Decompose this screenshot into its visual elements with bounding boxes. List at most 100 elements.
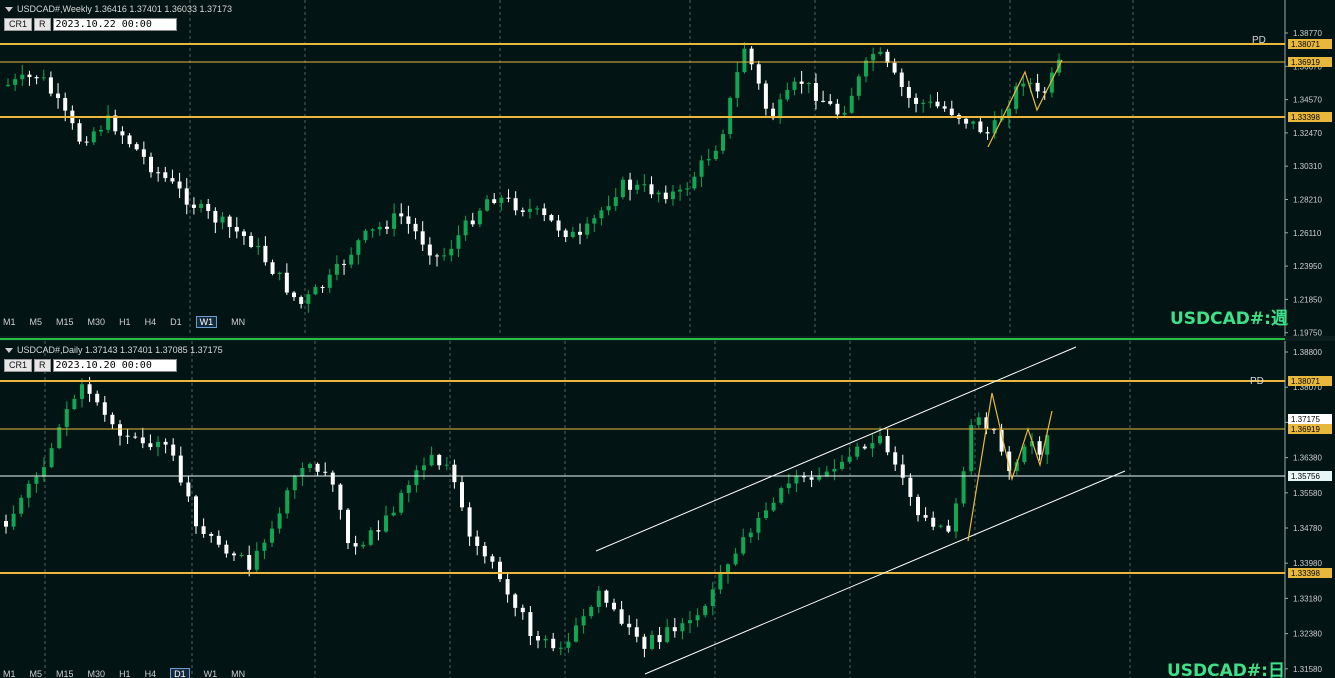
candle-body [971,121,976,124]
candle-body [156,172,161,174]
cr1-button[interactable]: CR1 [4,18,33,31]
cr1-button[interactable]: CR1 [4,359,33,372]
candle-body [470,220,475,225]
candle-body [1035,82,1040,92]
candle-body [535,208,540,210]
daily-chart-header: USDCAD#,Daily 1.37143 1.37401 1.37085 1.… [5,345,223,355]
timeframe-w1[interactable]: W1 [204,669,218,678]
candle-body [520,210,525,212]
price-tick-label: 1.26110 [1293,229,1322,238]
candle-body [384,515,388,532]
candle-body [149,156,153,173]
timeframe-m15[interactable]: M15 [56,669,74,678]
timeframe-mn[interactable]: MN [231,317,245,328]
candle-body [558,647,563,649]
timeframe-mn[interactable]: MN [231,669,245,678]
dropdown-triangle-icon[interactable] [5,348,13,354]
daily-chart-pane[interactable]: 1.388001.380701.371751.363801.355801.347… [0,341,1335,678]
timeframe-w1[interactable]: W1 [195,316,218,328]
candle-body [292,292,296,298]
candle-body [263,245,268,263]
candle-body [270,262,275,274]
candle-body [878,436,882,444]
weekly-chart-canvas[interactable]: 1.387701.366701.345701.324701.303101.282… [0,0,1335,336]
r-button[interactable]: R [34,18,51,31]
timeframe-d1[interactable]: D1 [170,317,182,328]
candle-body [563,230,568,238]
candle-body [923,515,928,518]
timeframe-m30[interactable]: M30 [88,317,106,328]
dropdown-triangle-icon[interactable] [5,7,13,13]
symbol-label: USDCAD#:週 [1170,309,1288,329]
candle-body [232,553,236,556]
date-input[interactable]: 2023.10.20 00:00 [52,359,177,372]
timeframe-h4[interactable]: H4 [145,317,157,328]
timeframe-m1[interactable]: M1 [3,669,16,678]
candle-body [140,437,145,444]
candle-body [742,48,747,73]
r-button[interactable]: R [34,359,51,372]
candle-body [893,452,898,465]
candle-body [870,443,875,449]
daily-chart-canvas[interactable]: 1.388001.380701.371751.363801.355801.347… [0,341,1335,678]
candle-body [41,77,46,79]
candle-body [63,98,68,111]
candle-body [391,512,396,516]
candle-body [186,482,191,497]
pd-label: PD [1250,376,1264,387]
timeframe-m1[interactable]: M1 [3,317,16,328]
candle-body [885,436,890,453]
candle-body [206,203,211,211]
timeframe-m15[interactable]: M15 [56,317,74,328]
candle-body [606,206,611,211]
candle-body [695,615,700,621]
candle-body [885,51,890,63]
candle-body [148,443,153,448]
candle-body [899,72,904,87]
current-price-tag-text: 1.37175 [1291,415,1320,424]
candle-body [262,542,267,551]
candle-body [270,528,274,543]
timeframe-m30[interactable]: M30 [88,669,106,678]
candle-body [490,556,495,562]
timeframe-h1[interactable]: H1 [119,669,131,678]
candle-body [699,160,704,177]
timeframe-d1[interactable]: D1 [170,668,190,678]
candle-body [163,441,168,445]
candle-body [954,503,958,532]
timeframe-h1[interactable]: H1 [119,317,131,328]
timeframe-m5[interactable]: M5 [30,317,43,328]
candle-body [649,184,654,195]
weekly-header-text: USDCAD#,Weekly 1.36416 1.37401 1.36033 1… [17,4,232,14]
candle-body [133,436,138,438]
date-input[interactable]: 2023.10.22 00:00 [52,18,177,31]
candle-body [672,627,677,632]
candle-body [556,220,561,231]
candle-body [842,112,847,115]
candle-body [969,425,974,472]
candle-body [612,602,616,610]
candle-body [713,150,718,160]
candle-body [463,220,468,236]
candle-body [692,176,697,189]
candle-body [178,455,183,483]
candle-body [120,131,125,136]
candle-body [323,471,328,473]
price-tick-label: 1.33980 [1293,559,1322,568]
candle-body [247,555,252,570]
candle-body [619,609,624,624]
candle-body [256,245,261,247]
candle-body [604,590,609,603]
timeframe-h4[interactable]: H4 [145,669,157,678]
weekly-chart-pane[interactable]: 1.387701.366701.345701.324701.303101.282… [0,0,1335,336]
candle-body [406,485,411,493]
candle-body [942,106,947,109]
level-price-tag-text: 1.33398 [1291,569,1320,578]
candle-body [118,424,122,436]
candle-body [300,467,305,477]
candle-body [338,484,343,510]
timeframe-m5[interactable]: M5 [30,669,43,678]
weekly-chart-header: USDCAD#,Weekly 1.36416 1.37401 1.36033 1… [5,4,232,14]
candle-body [163,172,168,179]
candle-body [840,461,844,469]
